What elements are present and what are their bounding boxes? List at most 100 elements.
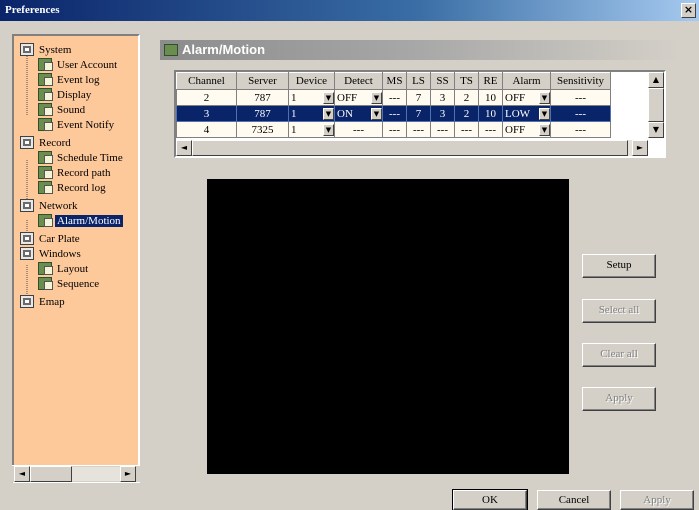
scroll-left-icon[interactable]: ◄ [14,466,30,482]
table-cell[interactable]: --- [406,121,431,138]
table-cell[interactable]: 2 [176,89,237,106]
column-header[interactable]: Sensitivity [550,72,611,90]
table-cell[interactable]: --- [334,121,383,138]
table-cell[interactable]: 1 ▼ [288,89,335,106]
table-cell[interactable]: --- [454,121,479,138]
table-cell[interactable]: ON ▼ [334,105,383,122]
table-row[interactable]: 4 7325 1 ▼ --- --- --- --- --- --- OFF ▼ --- [176,121,611,138]
table-cell[interactable]: 1 ▼ [288,105,335,122]
tree-item[interactable]: Record log [38,180,108,195]
column-header[interactable]: Server [236,72,289,90]
close-icon[interactable]: × [681,3,696,18]
chevron-down-icon[interactable]: ▼ [323,123,334,136]
cell-dropdown[interactable]: ON ▼ [336,107,382,120]
table-row[interactable]: 2 787 1 ▼ OFF ▼ --- 7 3 2 10 OFF ▼ --- [176,89,611,106]
cell-dropdown[interactable]: 1 ▼ [290,91,334,104]
chevron-down-icon[interactable]: ▼ [539,107,550,120]
table-cell[interactable]: 10 [478,105,503,122]
table-cell[interactable]: --- [382,89,407,106]
chevron-down-icon[interactable]: ▼ [323,91,334,104]
tree-item[interactable]: Event log [38,72,101,87]
chevron-down-icon[interactable]: ▼ [323,107,334,120]
cell-dropdown[interactable]: 1 ▼ [290,123,334,136]
tree-item[interactable]: Display [38,87,93,102]
apply-button[interactable]: Apply [620,490,694,510]
scroll-down-icon[interactable]: ▼ [648,122,664,138]
table-cell[interactable]: --- [430,121,455,138]
scroll-left-icon[interactable]: ◄ [176,140,192,156]
table-cell[interactable]: 7 [406,89,431,106]
column-header[interactable]: SS [430,72,455,90]
cell-dropdown[interactable]: OFF ▼ [504,91,550,104]
tree-item[interactable]: Network [20,198,80,213]
column-header[interactable]: MS [382,72,407,90]
ok-button[interactable]: OK [452,489,528,510]
tree-item[interactable]: System [20,42,73,57]
tree-item[interactable]: Emap [20,294,67,309]
table-cell[interactable]: 1 ▼ [288,121,335,138]
tree-item[interactable]: Sound [38,102,87,117]
scroll-thumb[interactable] [648,88,664,122]
grid-horizontal-scrollbar[interactable]: ◄ ► [176,140,648,156]
column-header[interactable]: TS [454,72,479,90]
tree-horizontal-scrollbar[interactable]: ◄ ► [12,465,140,482]
chevron-down-icon[interactable]: ▼ [539,91,550,104]
table-cell[interactable]: --- [478,121,503,138]
tree-item[interactable]: Sequence [38,276,101,291]
cancel-button[interactable]: Cancel [537,490,611,510]
select-all-button[interactable]: Select all [582,299,656,323]
table-cell[interactable]: 10 [478,89,503,106]
clear-all-button[interactable]: Clear all [582,343,656,367]
tree-item[interactable]: Alarm/Motion [38,213,123,228]
table-cell[interactable]: 2 [454,89,479,106]
table-cell[interactable]: 3 [176,105,237,122]
table-cell[interactable]: --- [550,105,611,122]
setup-button[interactable]: Setup [582,254,656,278]
table-row[interactable]: 3 787 1 ▼ ON ▼ --- 7 3 2 10 LOW ▼ --- [176,105,611,122]
tree-item[interactable]: Windows [20,246,83,261]
grid-vertical-scrollbar[interactable]: ▲ ▼ [648,72,664,138]
scroll-right-icon[interactable]: ► [120,466,136,482]
apply-side-button[interactable]: Apply [582,387,656,411]
table-cell[interactable]: 787 [236,89,289,106]
scroll-thumb[interactable] [192,140,628,156]
column-header[interactable]: LS [406,72,431,90]
table-cell[interactable]: 3 [430,105,455,122]
cell-dropdown[interactable]: OFF ▼ [336,91,382,104]
chevron-down-icon[interactable]: ▼ [371,91,382,104]
tree-item[interactable]: Car Plate [20,231,82,246]
table-cell[interactable]: OFF ▼ [502,121,551,138]
tree-item[interactable]: Layout [38,261,90,276]
table-cell[interactable]: --- [550,89,611,106]
table-cell[interactable]: OFF ▼ [334,89,383,106]
table-cell[interactable]: 787 [236,105,289,122]
table-cell[interactable]: LOW ▼ [502,105,551,122]
column-header[interactable]: Channel [176,72,237,90]
table-cell[interactable]: 7 [406,105,431,122]
table-cell[interactable]: 7325 [236,121,289,138]
column-header[interactable]: Device [288,72,335,90]
tree-item[interactable]: Record path [38,165,112,180]
table-cell[interactable]: OFF ▼ [502,89,551,106]
cell-dropdown[interactable]: LOW ▼ [504,107,550,120]
tree-item[interactable]: Schedule Time [38,150,125,165]
table-cell[interactable]: --- [550,121,611,138]
tree-item[interactable]: Event Notify [38,117,116,132]
table-cell[interactable]: 4 [176,121,237,138]
cell-dropdown[interactable]: 1 ▼ [290,107,334,120]
chevron-down-icon[interactable]: ▼ [371,107,382,120]
cell-dropdown[interactable]: OFF ▼ [504,123,550,136]
table-cell[interactable]: 3 [430,89,455,106]
scroll-up-icon[interactable]: ▲ [648,72,664,88]
tree-item[interactable]: Record [20,135,73,150]
chevron-down-icon[interactable]: ▼ [539,123,550,136]
column-header[interactable]: Alarm [502,72,551,90]
scroll-right-icon[interactable]: ► [632,140,648,156]
column-header[interactable]: RE [478,72,503,90]
column-header[interactable]: Detect [334,72,383,90]
scroll-thumb[interactable] [30,466,72,482]
table-cell[interactable]: 2 [454,105,479,122]
table-cell[interactable]: --- [382,105,407,122]
tree-item[interactable]: User Account [38,57,119,72]
table-cell[interactable]: --- [382,121,407,138]
